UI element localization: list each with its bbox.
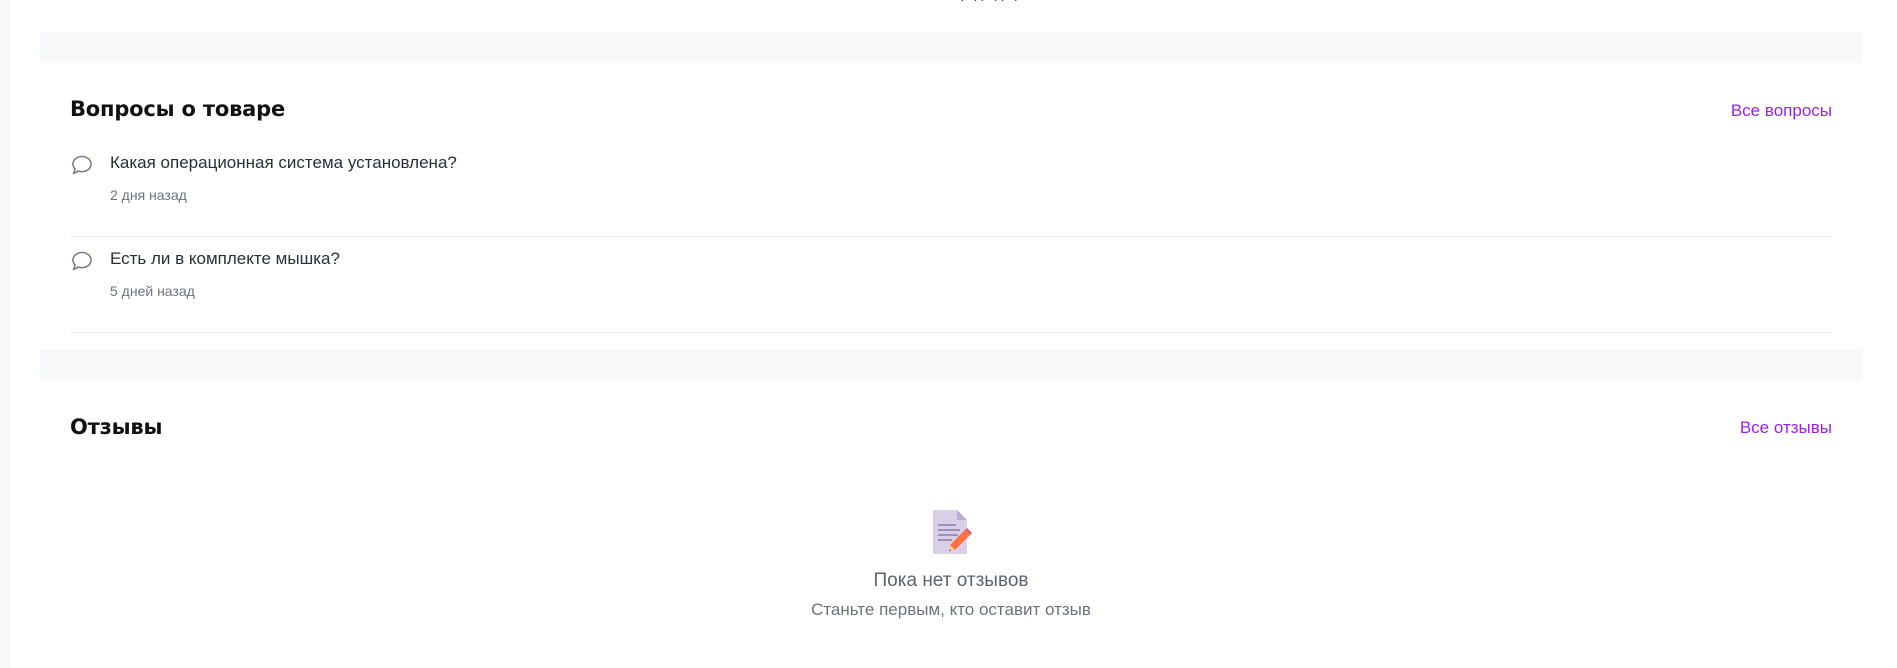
questions-section: Вопросы о товаре Все вопросы Какая опера…	[40, 63, 1862, 349]
cutoff-text-top: · ·· ·· ·	[930, 0, 1050, 5]
question-text: Есть ли в комплекте мышка?	[110, 249, 340, 268]
questions-title: Вопросы о товаре	[70, 97, 286, 121]
question-item[interactable]: Какая операционная система установлена? …	[70, 141, 1832, 237]
reviews-header: Отзывы Все отзывы	[70, 380, 1832, 439]
questions-header: Вопросы о товаре Все вопросы	[70, 63, 1832, 121]
question-date: 5 дней назад	[110, 283, 195, 299]
chat-bubble-icon	[70, 153, 94, 177]
question-date: 2 дня назад	[110, 187, 187, 203]
reviews-empty-state: Пока нет отзывов Станьте первым, кто ост…	[40, 508, 1862, 620]
page-left-gutter	[0, 0, 10, 668]
reviews-section: Отзывы Все отзывы Пока нет отзывов Стань…	[40, 380, 1862, 668]
empty-reviews-subtitle: Станьте первым, кто оставит отзыв	[811, 600, 1091, 619]
reviews-title: Отзывы	[70, 415, 163, 439]
all-reviews-link[interactable]: Все отзывы	[1740, 418, 1832, 438]
empty-reviews-title: Пока нет отзывов	[873, 570, 1029, 591]
section-separator	[40, 349, 1862, 380]
chat-bubble-icon	[70, 249, 94, 273]
memo-pencil-icon	[929, 508, 973, 558]
question-text: Какая операционная система установлена?	[110, 153, 457, 172]
question-item[interactable]: Есть ли в комплекте мышка? 5 дней назад	[70, 237, 1832, 333]
section-separator	[40, 32, 1862, 63]
all-questions-link[interactable]: Все вопросы	[1731, 101, 1832, 121]
questions-list: Какая операционная система установлена? …	[70, 141, 1832, 333]
